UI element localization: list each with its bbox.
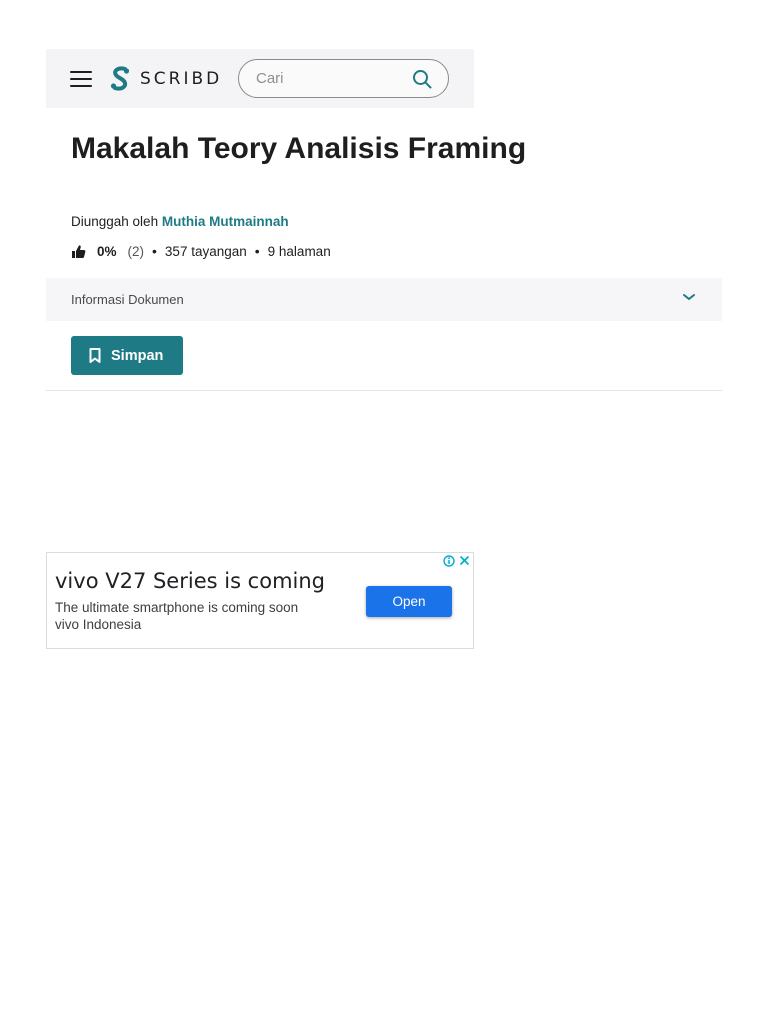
advertisement-banner[interactable]: vivo V27 Series is coming The ultimate s… [46,552,474,649]
scribd-logo[interactable]: SCRIBD [109,66,222,92]
uploader-line: Diunggah oleh Muthia Mutmainnah [71,214,289,229]
divider [46,390,722,391]
search-input[interactable] [256,70,396,87]
search-box [238,59,449,98]
bookmark-icon [89,348,101,363]
document-info-toggle[interactable]: Informasi Dokumen [46,278,722,321]
rating-percent: 0% [97,243,117,259]
ad-close-icon[interactable] [456,553,473,568]
document-title: Makalah Teory Analisis Framing [71,132,527,165]
close-icon [459,555,470,566]
search-icon[interactable] [412,69,432,89]
document-stats: 0% (2) • 357 tayangan • 9 halaman [71,243,331,259]
separator-dot: • [254,243,260,259]
top-header: SCRIBD [46,49,474,108]
ad-open-button[interactable]: Open [366,586,452,617]
uploader-link[interactable]: Muthia Mutmainnah [162,214,289,229]
hamburger-menu-icon[interactable] [70,70,92,87]
save-button[interactable]: Simpan [71,336,183,375]
rating-count: (2) [127,243,145,259]
separator-dot: • [152,243,157,259]
ad-headline[interactable]: vivo V27 Series is coming [55,569,325,593]
ad-advertiser: vivo Indonesia [55,617,142,632]
logo-text: SCRIBD [140,68,223,89]
document-info-label: Informasi Dokumen [71,292,184,307]
thumbs-up-icon[interactable] [71,244,86,259]
view-count: 357 tayangan [164,243,247,259]
save-button-label: Simpan [111,347,164,364]
page-count: 9 halaman [267,243,331,259]
info-icon [442,554,455,567]
ad-description: The ultimate smartphone is coming soon [55,600,299,615]
uploaded-by-label: Diunggah oleh [71,214,159,229]
chevron-down-icon [683,294,695,300]
scribd-logo-icon [110,66,130,91]
ad-choices-icon[interactable] [441,553,456,568]
